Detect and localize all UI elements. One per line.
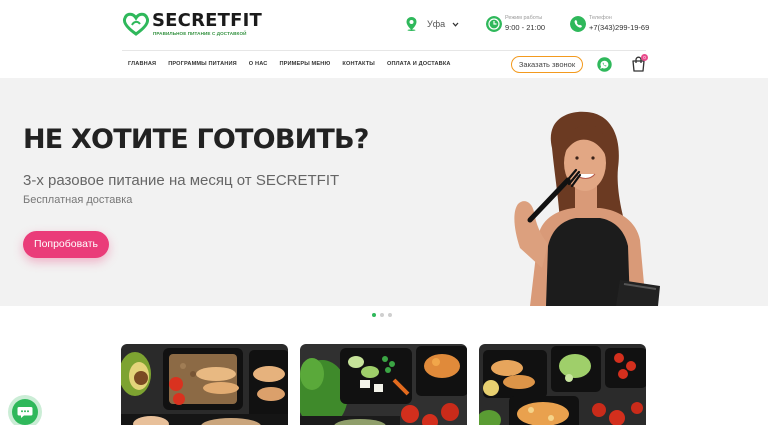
nav-item-contacts[interactable]: КОНТАКТЫ — [342, 61, 375, 67]
nav-item-home[interactable]: ГЛАВНАЯ — [128, 61, 156, 67]
hero-subtitle: 3-х разовое питание на месяц от SECRETFI… — [23, 172, 340, 189]
header-divider — [122, 50, 646, 51]
chat-widget-button[interactable] — [12, 399, 38, 425]
logo[interactable]: SECRETFIT ПРАВИЛЬНОЕ ПИТАНИЕ С ДОСТАВКОЙ — [122, 10, 262, 38]
slider-dot[interactable] — [372, 313, 376, 317]
nav-item-menu-examples[interactable]: ПРИМЕРЫ МЕНЮ — [279, 61, 330, 67]
city-selector[interactable]: Уфа — [406, 16, 459, 32]
slider-dot[interactable] — [380, 313, 384, 317]
work-hours-value: 9:00 - 21:00 — [505, 23, 546, 32]
hero-woman-image — [514, 111, 660, 306]
nav-item-programs[interactable]: ПРОГРАММЫ ПИТАНИЯ — [168, 61, 237, 67]
nav-item-about[interactable]: О НАС — [249, 61, 268, 67]
meal-card-image[interactable] — [121, 344, 288, 425]
city-name: Уфа — [427, 19, 446, 29]
meal-card-image[interactable] — [300, 344, 467, 425]
chat-bubble-icon — [17, 407, 33, 418]
hero-delivery-note: Бесплатная доставка — [23, 194, 133, 206]
phone-label: Телефон — [589, 15, 612, 21]
logo-wordmark: SECRETFIT — [152, 10, 262, 31]
location-pin-icon — [406, 17, 417, 31]
whatsapp-icon[interactable] — [597, 57, 612, 72]
chevron-down-icon — [452, 22, 459, 27]
logo-tagline: ПРАВИЛЬНОЕ ПИТАНИЕ С ДОСТАВКОЙ — [153, 31, 247, 36]
nav-item-payment-delivery[interactable]: ОПЛАТА И ДОСТАВКА — [387, 61, 451, 67]
meal-photo-chicken-buckwheat — [121, 344, 288, 425]
meal-card-image[interactable] — [479, 344, 646, 425]
meal-photo-salad — [300, 344, 467, 425]
order-callback-button[interactable]: Заказать звонок — [511, 56, 583, 73]
work-hours-label: Режим работы — [505, 15, 543, 21]
clock-icon — [486, 16, 502, 32]
main-nav: ГЛАВНАЯ ПРОГРАММЫ ПИТАНИЯ О НАС ПРИМЕРЫ … — [128, 61, 463, 67]
cart-count-badge: 0 — [641, 54, 648, 61]
heart-logo-icon — [122, 12, 150, 36]
meal-photo-boxes — [479, 344, 646, 425]
slider-dot[interactable] — [388, 313, 392, 317]
try-button[interactable]: Попробовать — [23, 231, 109, 258]
hero-banner: НЕ ХОТИТЕ ГОТОВИТЬ? 3-х разовое питание … — [0, 78, 768, 306]
slider-dots — [372, 313, 392, 317]
hero-title: НЕ ХОТИТЕ ГОТОВИТЬ? — [23, 124, 369, 155]
phone-number[interactable]: +7(343)299-19-69 — [589, 23, 649, 32]
phone-icon — [570, 16, 586, 32]
